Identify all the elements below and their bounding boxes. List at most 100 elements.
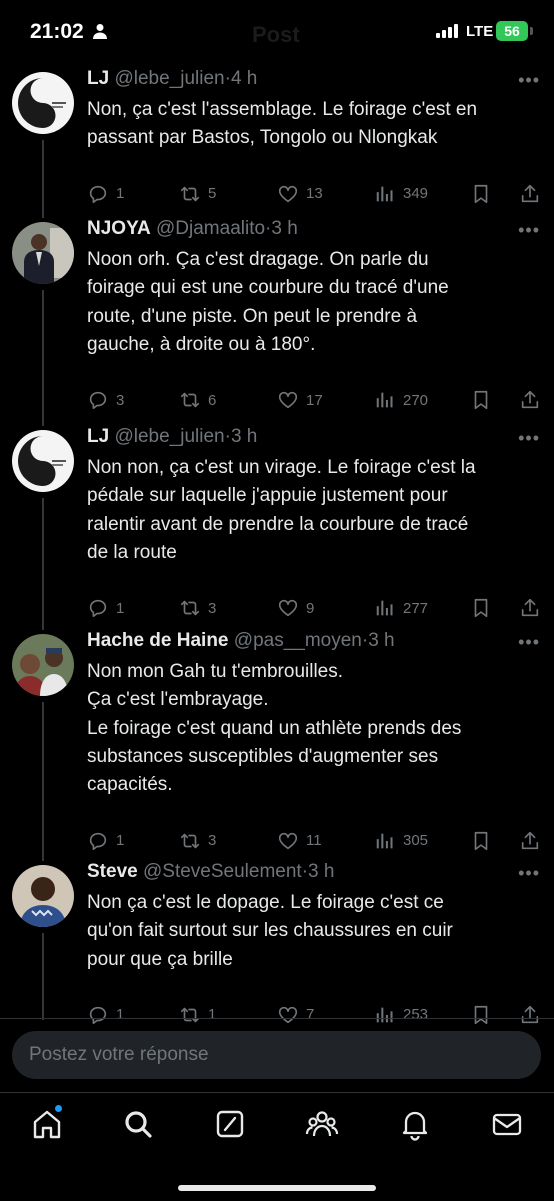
tweet-text-line: Non ça c'est le dopage. Le foirage c'est… [87,892,444,913]
bookmark-button[interactable] [470,181,492,207]
reply-input[interactable]: Postez votre réponse [12,1031,541,1079]
tweet-actions: 1 5 13 349 [87,181,542,207]
reply-composer: Postez votre réponse [0,1018,554,1093]
reply-count: 1 [116,832,125,849]
views-icon [376,833,393,848]
views-icon [376,186,393,201]
battery-level: 56 [504,23,520,39]
like-count: 13 [306,185,323,203]
tweet-text-line: Non, ça c'est l'assemblage. Le foirage c… [87,99,478,120]
reply-button[interactable]: 1 [87,595,124,621]
more-icon[interactable]: ••• [518,70,540,91]
status-time: 21:02 [30,20,84,43]
notifications-icon [402,1111,428,1141]
views-button[interactable]: 270 [374,387,428,413]
share-icon [521,184,539,202]
like-icon [278,600,298,617]
like-count: 9 [306,599,315,617]
avatar[interactable] [12,222,74,284]
reply-icon [89,392,107,410]
display-name[interactable]: LJ [87,68,109,89]
home-indicator [178,1185,376,1191]
home-icon [33,1110,61,1139]
repost-button[interactable]: 3 [179,828,216,854]
header-title: Post [252,22,300,47]
share-button[interactable] [519,828,541,854]
tab-messages[interactable] [490,1107,524,1141]
repost-button[interactable]: 5 [179,181,216,207]
like-button[interactable]: 17 [277,387,323,413]
views-icon [376,600,393,616]
display-name[interactable]: NJOYA [87,218,151,239]
share-icon [521,391,539,409]
tweet-text-line: foirage qui est une courbure du tracé d'… [87,277,449,299]
user-handle[interactable]: @pas__moyen [234,630,362,651]
repost-button[interactable]: 3 [179,595,216,621]
like-icon [278,832,298,849]
more-icon[interactable]: ••• [518,863,540,884]
tab-communities[interactable] [305,1107,339,1141]
reply-button[interactable]: 1 [87,828,124,854]
tweet-header: LJ @lebe_julien·4 h [87,68,257,90]
bookmark-button[interactable] [470,828,492,854]
more-icon[interactable]: ••• [518,428,540,449]
tab-notifications[interactable] [398,1107,432,1141]
reply-button[interactable]: 3 [87,387,124,413]
reply-button[interactable]: 1 [87,181,124,207]
more-icon[interactable]: ••• [518,632,540,653]
tweet-text-line: substances susceptibles d'augmenter ses [87,745,439,767]
repost-count: 3 [208,832,217,849]
thread-line [42,498,44,630]
views-icon [376,392,393,408]
more-icon[interactable]: ••• [518,220,540,241]
repost-button[interactable]: 6 [179,387,216,413]
tweet-actions: 1 3 9 277 [87,595,542,621]
tweet-header: Hache de Haine @pas__moyen·3 h [87,630,395,652]
share-button[interactable] [519,595,541,621]
like-count: 11 [306,832,322,849]
tweet-text-line: pédale sur laquelle j'appuie justement p… [87,485,448,507]
bookmark-button[interactable] [470,595,492,621]
like-button[interactable]: 9 [277,595,314,621]
display-name[interactable]: Hache de Haine [87,630,229,651]
avatar[interactable] [12,634,74,696]
tweet-actions: 1 3 11 305 [87,828,542,854]
tweet-text-line: gauche, à droite ou à 180°. [87,333,316,355]
share-button[interactable] [519,387,541,413]
tab-grok[interactable] [213,1107,247,1141]
like-icon [278,392,298,409]
bookmark-button[interactable] [470,387,492,413]
tweet-text-line: qu'on fait surtout sur les chaussures en… [87,920,453,942]
tab-home[interactable] [30,1105,64,1141]
like-button[interactable]: 13 [277,181,323,207]
like-button[interactable]: 11 [277,828,322,854]
tweet-text: Non non, ça c'est un virage. Le foirage … [87,454,539,567]
share-button[interactable] [519,181,541,207]
tweet-text-line: Non mon Gah tu t'embrouilles. [87,661,344,682]
user-handle[interactable]: @lebe_julien [114,426,224,447]
views-button[interactable]: 277 [374,595,428,621]
thread-line [42,290,44,426]
views-button[interactable]: 305 [374,828,428,854]
avatar[interactable] [12,72,74,134]
reply-placeholder: Postez votre réponse [29,1044,209,1065]
display-name[interactable]: LJ [87,426,109,447]
repost-icon [180,186,200,201]
tab-search[interactable] [121,1107,155,1141]
views-button[interactable]: 349 [374,181,428,207]
avatar[interactable] [12,865,74,927]
view-count: 305 [403,832,429,849]
status-bar: 21:02 Post LTE 56 [0,0,554,66]
tweet-time: 4 h [230,68,258,89]
user-handle[interactable]: @SteveSeulement [143,861,302,882]
display-name[interactable]: Steve [87,861,138,882]
avatar[interactable] [12,430,74,492]
bookmark-icon [474,831,488,850]
repost-count: 6 [208,391,217,409]
user-handle[interactable]: @lebe_julien [114,68,224,89]
user-handle[interactable]: @Djamaalito [156,218,265,239]
grok-icon [216,1110,244,1138]
tab-bar [0,1092,554,1201]
person-icon [93,24,107,39]
tweet-header: LJ @lebe_julien·3 h [87,426,257,448]
